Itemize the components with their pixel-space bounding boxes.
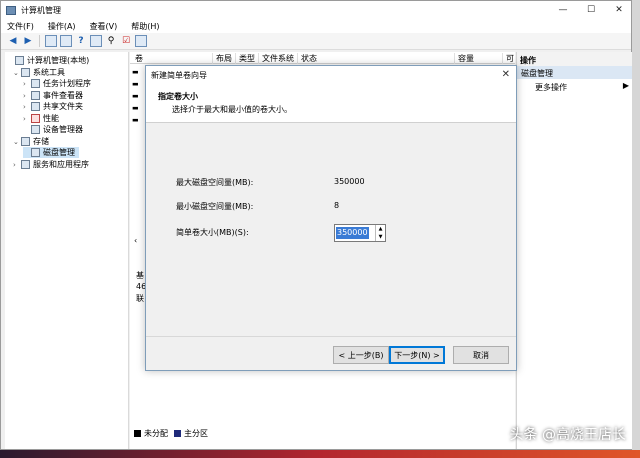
clock-icon	[31, 79, 40, 88]
disk-status-fragment: 联	[136, 294, 144, 303]
maximize-button[interactable]: ☐	[577, 1, 605, 19]
list-view-icon[interactable]	[135, 35, 147, 47]
min-space-value: 8	[334, 201, 340, 210]
toolbar-separator	[39, 35, 40, 47]
forward-arrow-icon[interactable]: ▶	[22, 35, 34, 47]
volume-row-marker[interactable]: ▬	[132, 104, 139, 112]
scroll-left-icon[interactable]: ‹	[134, 236, 137, 245]
chevron-right-icon: ▶	[622, 81, 629, 90]
dialog-title-bar: 新建简单卷向导 ✕	[146, 66, 516, 84]
primary-swatch	[174, 430, 181, 437]
performance-icon	[31, 114, 40, 123]
dialog-header: 指定卷大小 选择介于最大和最小值的卷大小。	[146, 84, 516, 123]
minimize-button[interactable]: —	[549, 1, 577, 19]
tree-storage[interactable]: ⌄ 存储	[13, 136, 49, 147]
volume-row-marker[interactable]: ▬	[132, 116, 139, 124]
menu-bar: 文件(F) 操作(A) 查看(V) 帮助(H)	[1, 19, 631, 33]
volume-size-input[interactable]: 350000	[336, 227, 369, 239]
properties-icon[interactable]	[90, 35, 102, 47]
volume-size-label: 简单卷大小(MB)(S):	[176, 228, 249, 237]
tree-services-apps[interactable]: › 服务和应用程序	[13, 159, 89, 170]
tree-disk-management[interactable]: 磁盘管理	[23, 147, 79, 158]
dialog-button-bar: < 上一步(B) 下一步(N) > 取消	[146, 336, 516, 370]
actions-header: 操作	[517, 52, 633, 66]
services-icon	[21, 160, 30, 169]
dialog-heading: 指定卷大小	[158, 92, 198, 101]
new-simple-volume-wizard: 新建简单卷向导 ✕ 指定卷大小 选择介于最大和最小值的卷大小。 最大磁盘空间量(…	[145, 65, 517, 371]
close-button[interactable]: ✕	[605, 1, 633, 19]
tree-system-tools[interactable]: ⌄ 系统工具	[13, 67, 65, 78]
connect-icon[interactable]: ⚲	[105, 35, 117, 47]
device-manager-icon	[31, 125, 40, 134]
help-icon[interactable]: ?	[75, 35, 87, 47]
volume-row-marker[interactable]: ▬	[132, 68, 139, 76]
back-arrow-icon[interactable]: ◀	[7, 35, 19, 47]
tools-icon	[21, 68, 30, 77]
tree-shared-folders[interactable]: › 共享文件夹	[23, 101, 83, 112]
volume-row-marker[interactable]: ▬	[132, 80, 139, 88]
menu-view[interactable]: 查看(V)	[90, 21, 118, 32]
max-space-value: 350000	[334, 177, 365, 186]
show-hide-tree-icon[interactable]	[60, 35, 72, 47]
tree-root[interactable]: 计算机管理(本地)	[7, 55, 89, 66]
app-icon	[6, 5, 16, 15]
back-button[interactable]: < 上一步(B)	[333, 346, 389, 364]
col-capacity[interactable]: 容量	[454, 53, 474, 64]
navigation-tree: 计算机管理(本地) ⌄ 系统工具 › 任务计划程序 › 事件查看器 › 共享文件夹 › 性…	[5, 52, 129, 449]
min-space-label: 最小磁盘空间量(MB):	[176, 202, 254, 211]
menu-file[interactable]: 文件(F)	[7, 21, 34, 32]
spinner-arrows[interactable]: ▲ ▼	[375, 225, 385, 241]
tree-event-viewer[interactable]: › 事件查看器	[23, 90, 83, 101]
spin-up-icon[interactable]: ▲	[379, 226, 383, 232]
cancel-button[interactable]: 取消	[453, 346, 509, 364]
storage-icon	[21, 137, 30, 146]
toolbar: ◀ ▶ ? ⚲ ☑	[1, 33, 631, 50]
more-actions[interactable]: 更多操作 ▶	[517, 79, 633, 93]
volume-row-marker[interactable]: ▬	[132, 92, 139, 100]
watermark: 头条 @高烧王店长	[509, 427, 626, 443]
col-type[interactable]: 类型	[235, 53, 255, 64]
up-folder-icon[interactable]	[45, 35, 57, 47]
actions-pane: 操作 磁盘管理 更多操作 ▶	[516, 52, 633, 449]
next-button[interactable]: 下一步(N) >	[389, 346, 445, 364]
window-title: 计算机管理	[21, 5, 61, 15]
col-volume[interactable]: 卷	[132, 53, 143, 64]
col-free[interactable]: 可	[502, 53, 514, 64]
actions-section-disk-management[interactable]: 磁盘管理	[517, 66, 633, 79]
check-icon[interactable]: ☑	[120, 35, 132, 47]
unallocated-swatch	[134, 430, 141, 437]
computer-icon	[15, 56, 24, 65]
tree-task-scheduler[interactable]: › 任务计划程序	[23, 78, 91, 89]
dialog-title: 新建简单卷向导	[151, 71, 207, 80]
disk-icon	[31, 148, 40, 157]
menu-help[interactable]: 帮助(H)	[131, 21, 159, 32]
dialog-close-icon[interactable]: ✕	[502, 69, 510, 80]
max-space-label: 最大磁盘空间量(MB):	[176, 178, 254, 187]
shared-folder-icon	[31, 102, 40, 111]
legend-primary: 主分区	[184, 429, 208, 438]
title-bar: 计算机管理 — ☐ ✕	[1, 1, 631, 19]
legend-unallocated: 未分配	[144, 429, 168, 438]
menu-action[interactable]: 操作(A)	[48, 21, 76, 32]
dialog-subheading: 选择介于最大和最小值的卷大小。	[172, 105, 292, 114]
desktop-edge-bottom	[0, 450, 640, 458]
volume-size-spinner[interactable]: 350000 ▲ ▼	[334, 224, 386, 242]
column-header: 卷 布局 类型 文件系统 状态 容量 可	[130, 52, 515, 64]
disk-label-fragment: 基	[136, 271, 144, 280]
tree-performance[interactable]: › 性能	[23, 113, 59, 124]
desktop-edge-right	[632, 0, 640, 458]
spin-down-icon[interactable]: ▼	[379, 234, 383, 240]
tree-device-manager[interactable]: 设备管理器	[23, 124, 83, 135]
event-icon	[31, 91, 40, 100]
col-layout[interactable]: 布局	[212, 53, 232, 64]
col-filesystem[interactable]: 文件系统	[258, 53, 294, 64]
disk-legend: 未分配 主分区	[134, 428, 208, 439]
col-status[interactable]: 状态	[297, 53, 317, 64]
